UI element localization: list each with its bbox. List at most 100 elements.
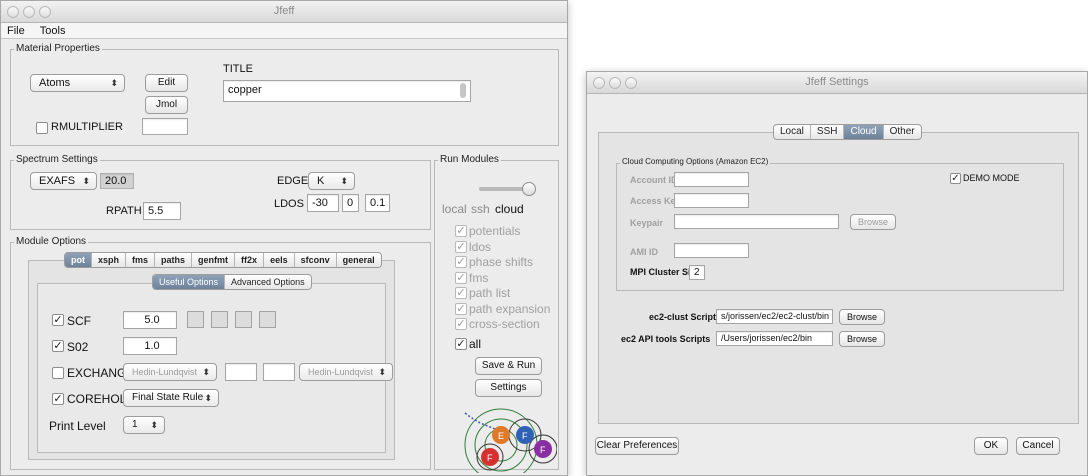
- scf-checkbox[interactable]: ✓: [52, 314, 64, 326]
- tab-xsph[interactable]: xsph: [92, 253, 127, 267]
- tab-paths[interactable]: paths: [155, 253, 193, 267]
- scf-field[interactable]: 5.0: [123, 311, 177, 329]
- module-label: path expansion: [469, 301, 551, 316]
- demo-mode-checkbox[interactable]: ✓: [950, 173, 961, 184]
- scf-option-box-2[interactable]: [211, 311, 228, 328]
- print-level-label: Print Level: [49, 419, 106, 433]
- module-checkbox[interactable]: ✓: [455, 318, 467, 330]
- logo-letter: F: [487, 453, 493, 463]
- keypair-browse-button[interactable]: Browse: [850, 214, 896, 230]
- corehole-popup[interactable]: Final State Rule ⬍: [123, 389, 219, 407]
- scf-option-box-1[interactable]: [187, 311, 204, 328]
- module-label: ldos: [469, 239, 492, 254]
- ldos-min-field[interactable]: -30: [307, 194, 339, 212]
- ec2-clust-label: ec2-clust Scripts: [649, 312, 722, 322]
- ami-id-label: AMI ID: [630, 247, 658, 257]
- spectrum-value-field: 20.0: [100, 173, 134, 189]
- title-bar[interactable]: Jfeff: [1, 1, 567, 23]
- tab-other[interactable]: Other: [884, 125, 921, 139]
- jmol-button[interactable]: Jmol: [145, 96, 188, 114]
- window-title: Jfeff Settings: [805, 76, 869, 88]
- ec2-clust-browse-button[interactable]: Browse: [839, 309, 885, 325]
- exchange-popup-2[interactable]: Hedin-Lundqvist ⬍: [299, 363, 393, 381]
- title-textarea[interactable]: copper: [223, 80, 471, 102]
- print-level-popup[interactable]: 1 ⬍: [123, 416, 165, 434]
- exchange-popup-1[interactable]: Hedin-Lundqvist ⬍: [123, 363, 217, 381]
- ok-button[interactable]: OK: [974, 437, 1008, 455]
- edit-button[interactable]: Edit: [145, 74, 188, 92]
- account-id-field[interactable]: [674, 172, 749, 187]
- tab-sfconv[interactable]: sfconv: [295, 253, 337, 267]
- module-label: path list: [469, 286, 511, 300]
- scf-option-box-3[interactable]: [235, 311, 252, 328]
- exchange-checkbox[interactable]: [52, 367, 64, 379]
- module-tabs: pot xsph fms paths genfmt ff2x eels sfco…: [64, 252, 382, 268]
- logo-letter: F: [522, 431, 528, 441]
- group-label: Material Properties: [14, 43, 102, 54]
- tab-ssh[interactable]: SSH: [811, 125, 845, 139]
- rmultiplier-field[interactable]: [142, 118, 188, 135]
- logo-letter: E: [498, 431, 504, 441]
- chevron-updown-icon: ⬍: [378, 367, 386, 377]
- tab-local[interactable]: Local: [774, 125, 811, 139]
- rpath-field[interactable]: 5.5: [143, 202, 181, 220]
- menu-file[interactable]: File: [7, 25, 25, 37]
- edge-popup[interactable]: K ⬍: [308, 172, 355, 190]
- exchange-field-1[interactable]: [225, 363, 257, 381]
- chevron-updown-icon: ⬍: [202, 367, 210, 377]
- rmultiplier-label: RMULTIPLIER: [51, 121, 123, 133]
- tab-fms[interactable]: fms: [126, 253, 156, 267]
- ldos-label: LDOS: [274, 198, 304, 210]
- group-label: Run Modules: [438, 154, 501, 165]
- textarea-scrollbar[interactable]: [460, 83, 466, 98]
- save-run-button[interactable]: Save & Run: [475, 357, 542, 375]
- module-checkbox[interactable]: ✓: [455, 271, 467, 284]
- module-checkbox[interactable]: ✓: [455, 240, 467, 253]
- ami-id-field[interactable]: [674, 243, 749, 258]
- ldos-step-field[interactable]: 0.1: [365, 194, 390, 212]
- access-key-label: Access Key: [630, 196, 681, 206]
- clear-preferences-button[interactable]: Clear Preferences: [595, 437, 679, 455]
- access-key-field[interactable]: [674, 193, 749, 208]
- chevron-updown-icon: ⬍: [82, 176, 90, 186]
- rmultiplier-checkbox[interactable]: [36, 122, 48, 134]
- module-checkbox[interactable]: ✓: [455, 287, 467, 299]
- tab-general[interactable]: general: [337, 253, 381, 267]
- ec2-clust-field[interactable]: s/jorissen/ec2/ec2-clust/bin: [716, 309, 833, 324]
- tab-advanced-options[interactable]: Advanced Options: [225, 275, 311, 289]
- menu-tools[interactable]: Tools: [40, 25, 66, 37]
- module-label: potentials: [469, 224, 521, 238]
- module-checkbox[interactable]: ✓: [455, 302, 467, 315]
- chevron-updown-icon: ⬍: [150, 420, 158, 430]
- s02-checkbox[interactable]: ✓: [52, 340, 64, 352]
- tab-ff2x[interactable]: ff2x: [235, 253, 265, 267]
- ec2-api-field[interactable]: /Users/jorissen/ec2/bin: [716, 331, 833, 346]
- corehole-checkbox[interactable]: ✓: [52, 393, 64, 405]
- logo-letter: F: [540, 445, 546, 455]
- spectrum-popup[interactable]: EXAFS ⬍: [30, 172, 97, 190]
- tab-genfmt[interactable]: genfmt: [192, 253, 236, 267]
- title-bar[interactable]: Jfeff Settings: [587, 72, 1087, 94]
- ec2-api-browse-button[interactable]: Browse: [839, 331, 885, 347]
- tab-cloud[interactable]: Cloud: [844, 125, 884, 139]
- all-label: all: [469, 337, 482, 351]
- tab-useful-options[interactable]: Useful Options: [153, 275, 226, 289]
- module-checkbox[interactable]: ✓: [455, 256, 467, 268]
- s02-field[interactable]: 1.0: [123, 337, 177, 355]
- exchange-field-2[interactable]: [263, 363, 295, 381]
- ldos-max-field[interactable]: 0: [342, 194, 359, 212]
- tab-pot[interactable]: pot: [65, 253, 92, 267]
- scf-option-box-4[interactable]: [259, 311, 276, 328]
- all-checkbox[interactable]: ✓: [455, 338, 467, 350]
- keypair-field[interactable]: [674, 214, 839, 229]
- tab-eels[interactable]: eels: [264, 253, 295, 267]
- mode-slider-knob[interactable]: [522, 182, 536, 196]
- cancel-button[interactable]: Cancel: [1016, 437, 1060, 455]
- mpi-cluster-size-field[interactable]: 2: [689, 265, 705, 280]
- settings-tabs: Local SSH Cloud Other: [773, 124, 922, 140]
- atoms-popup[interactable]: Atoms ⬍: [30, 74, 125, 92]
- module-checkbox[interactable]: ✓: [455, 225, 467, 237]
- s02-label: S02: [67, 340, 89, 354]
- chevron-updown-icon: ⬍: [204, 393, 212, 403]
- ec2-api-label: ec2 API tools Scripts: [621, 334, 711, 344]
